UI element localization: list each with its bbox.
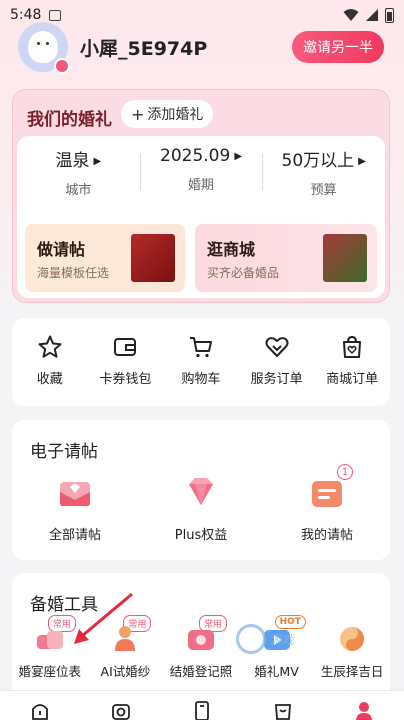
- quick-item-service-orders[interactable]: 服务订单: [239, 318, 315, 406]
- invitation-count-badge: 1: [337, 464, 353, 480]
- avatar-face-icon: [28, 31, 58, 63]
- stat-value: 温泉: [55, 151, 90, 171]
- camera-icon: [112, 704, 131, 720]
- stat-value: 2025.09: [160, 146, 231, 166]
- wedding-card: 我们的婚礼 + 添加婚礼 温泉 ▶ 城市 2025.09 ▶ 婚期 50万以上 ▶ 预…: [12, 89, 390, 303]
- tool-auspicious-date[interactable]: 生辰择吉日: [314, 621, 390, 680]
- caret-right-icon: ▶: [93, 156, 102, 167]
- edit-badge-icon: [54, 58, 70, 74]
- service-order-icon: [265, 337, 289, 357]
- tool-label: AI试婚纱: [100, 664, 151, 679]
- quick-item-label: 商城订单: [326, 372, 379, 387]
- mall-order-icon: [343, 335, 362, 358]
- stat-label: 婚期: [188, 178, 215, 193]
- invitation-row: 全部请帖 Plus权益 1 我的请帖: [12, 464, 390, 543]
- tool-label: 婚宴座位表: [18, 664, 82, 679]
- watermark-circle-icon: [236, 624, 266, 654]
- wifi-icon: [343, 9, 359, 21]
- add-wedding-button[interactable]: + 添加婚礼: [121, 100, 214, 128]
- stat-date[interactable]: 2025.09 ▶ 婚期: [139, 146, 263, 198]
- shop-icon: [274, 704, 291, 720]
- stat-value: 50万以上: [281, 151, 355, 171]
- invite-partner-button[interactable]: 邀请另一半: [292, 31, 384, 63]
- quick-item-label: 卡券钱包: [99, 372, 152, 387]
- star-icon: [38, 335, 62, 358]
- section-title: 电子请帖: [30, 442, 98, 462]
- avatar[interactable]: [18, 22, 70, 74]
- image-notification-icon: [49, 9, 62, 21]
- username[interactable]: 小犀_5E974P: [80, 34, 207, 61]
- invitation-thumbnail: [131, 234, 175, 282]
- nav-camera[interactable]: [81, 691, 162, 720]
- nav-shop[interactable]: [242, 691, 323, 720]
- promo-subtitle: 海量模板任选: [37, 266, 110, 280]
- promo-subtitle: 买齐必备婚品: [207, 266, 280, 280]
- watermark-logo: 游戏: [236, 624, 294, 654]
- quick-item-mall-orders[interactable]: 商城订单: [314, 318, 390, 406]
- mall-thumbnail: [323, 234, 367, 282]
- cart-icon: [189, 337, 212, 358]
- quick-item-cart[interactable]: 购物车: [163, 318, 239, 406]
- wedding-title: 我们的婚礼: [27, 110, 112, 130]
- tool-registration-photo[interactable]: 常用 结婚登记照: [163, 615, 239, 680]
- add-wedding-label: 添加婚礼: [147, 107, 204, 123]
- nav-home[interactable]: [0, 691, 81, 720]
- diamond-icon: [189, 478, 213, 505]
- tool-ai-dress[interactable]: 常用 AI试婚纱: [88, 615, 164, 680]
- invitation-item-plus[interactable]: Plus权益: [138, 472, 264, 543]
- watermark-text: 游戏: [270, 632, 295, 647]
- invitation-item-label: Plus权益: [174, 528, 228, 543]
- quick-item-label: 收藏: [36, 372, 63, 387]
- stat-label: 城市: [65, 183, 92, 198]
- promo-make-invitation[interactable]: 做请帖 海量模板任选: [25, 224, 185, 292]
- phone-icon: [195, 701, 209, 720]
- tools-card: 备婚工具 常用 婚宴座位表 常用 AI试婚纱 常用 结婚登记照 HOT 婚礼MV…: [12, 573, 390, 693]
- invitation-item-mine[interactable]: 1 我的请帖: [264, 464, 390, 543]
- bottom-nav: [0, 690, 404, 720]
- promo-title: 逛商城: [207, 240, 256, 259]
- plus-icon: +: [131, 104, 145, 124]
- signal-icon: [366, 9, 378, 21]
- profile-row: 小犀_5E974P: [18, 22, 207, 74]
- wedding-stats: 温泉 ▶ 城市 2025.09 ▶ 婚期 50万以上 ▶ 预算: [17, 146, 385, 198]
- invitation-item-label: 全部请帖: [48, 528, 101, 543]
- tool-label: 结婚登记照: [169, 664, 233, 679]
- quick-item-label: 购物车: [181, 372, 221, 387]
- tool-row: 常用 婚宴座位表 常用 AI试婚纱 常用 结婚登记照 HOT 婚礼MV 生辰择吉…: [12, 615, 390, 680]
- stat-budget[interactable]: 50万以上 ▶ 预算: [262, 146, 385, 198]
- quick-item-label: 服务订单: [250, 372, 303, 387]
- tool-seat-chart[interactable]: 常用 婚宴座位表: [12, 615, 88, 680]
- ai-dress-icon: [115, 626, 136, 651]
- battery-icon: [385, 7, 394, 23]
- status-time: 5:48: [10, 7, 42, 23]
- invitation-item-label: 我的请帖: [300, 528, 353, 543]
- section-title: 备婚工具: [30, 595, 98, 615]
- invitation-item-all[interactable]: 全部请帖: [12, 472, 138, 543]
- wedding-info-panel: 温泉 ▶ 城市 2025.09 ▶ 婚期 50万以上 ▶ 预算 做请帖 海量模板任选 …: [17, 136, 385, 298]
- nav-phone[interactable]: [162, 691, 243, 720]
- stat-label: 预算: [310, 183, 337, 198]
- seat-chart-icon: [36, 631, 63, 649]
- nav-mine[interactable]: [323, 691, 404, 720]
- quick-item-wallet[interactable]: 卡券钱包: [88, 318, 164, 406]
- caret-right-icon: ▶: [358, 156, 366, 167]
- envelope-icon: [60, 482, 90, 506]
- home-icon: [32, 704, 49, 720]
- promo-title: 做请帖: [37, 240, 86, 259]
- promo-shop-mall[interactable]: 逛商城 买齐必备婚品: [195, 224, 377, 292]
- quick-item-favorites[interactable]: 收藏: [12, 318, 88, 406]
- stat-city[interactable]: 温泉 ▶ 城市: [17, 146, 140, 198]
- quick-menu: 收藏 卡券钱包 购物车 服务订单 商城订单: [12, 318, 390, 406]
- registration-photo-icon: [187, 630, 214, 650]
- mine-icon: [355, 702, 372, 720]
- tool-label: 婚礼MV: [254, 664, 299, 679]
- wallet-icon: [114, 338, 137, 356]
- invitation-card: 电子请帖 全部请帖 Plus权益 1 我的请帖: [12, 420, 390, 560]
- tool-label: 生辰择吉日: [320, 664, 384, 679]
- my-invitation-icon-wrap: 1: [307, 464, 353, 512]
- auspicious-date-icon: [340, 627, 365, 651]
- caret-right-icon: ▶: [234, 151, 243, 162]
